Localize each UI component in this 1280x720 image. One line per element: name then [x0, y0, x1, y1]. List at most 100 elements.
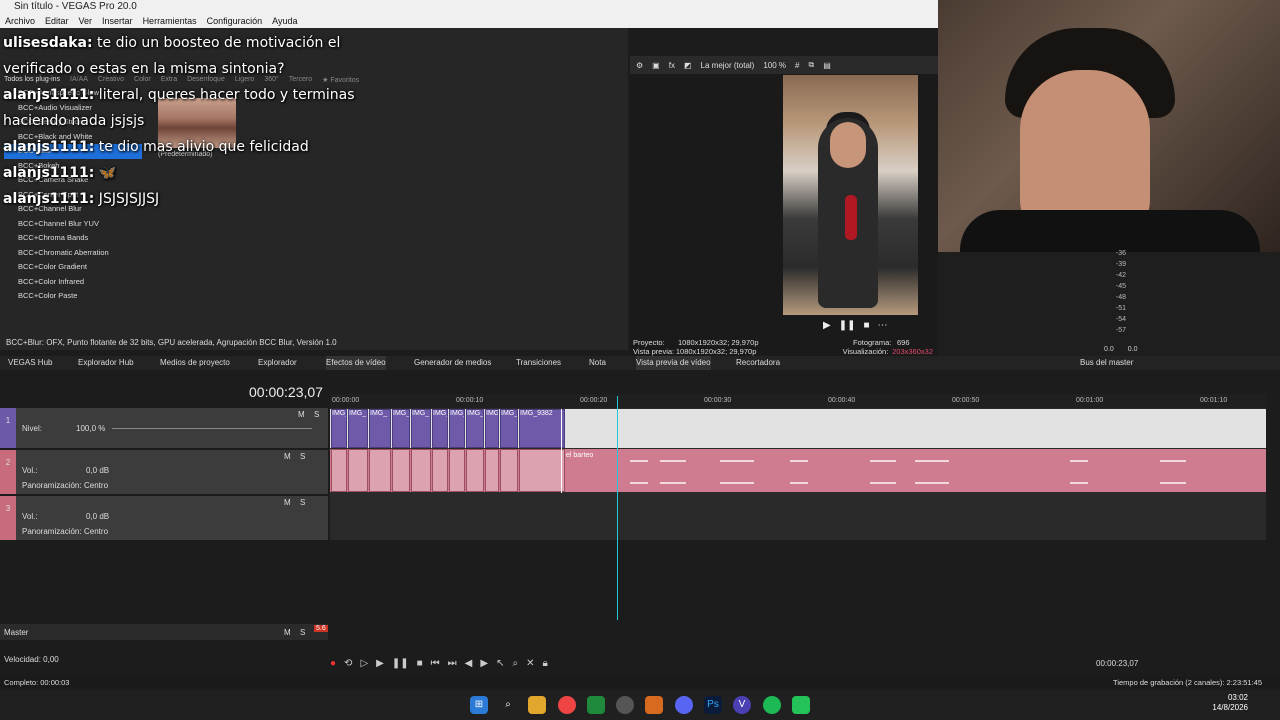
dock-tab[interactable]: Transiciones — [516, 356, 561, 370]
track-header-audio-2[interactable]: 2 Vol.: 0,0 dB Panoramización: Centro M … — [0, 450, 328, 494]
effect-item[interactable]: BCC+Chromatic Aberration — [4, 246, 142, 261]
start-icon[interactable]: ⊞ — [470, 696, 488, 714]
spotify-icon[interactable] — [763, 696, 781, 714]
audio-clip[interactable] — [369, 449, 391, 492]
dock-tab[interactable]: Explorador Hub — [78, 356, 134, 370]
vegas-icon[interactable]: V — [733, 696, 751, 714]
effect-item[interactable]: BCC+Chroma Bands — [4, 231, 142, 246]
video-clip[interactable]: IMG_ — [392, 409, 410, 448]
go-start-icon[interactable]: ⏮ — [431, 658, 440, 669]
effect-item[interactable]: BCC+Channel Blur YUV — [4, 217, 142, 232]
play-icon[interactable]: ▶ — [376, 658, 384, 669]
video-clip[interactable]: IMG_ — [485, 409, 499, 448]
pause-icon[interactable]: ❚❚ — [839, 320, 856, 331]
split-screen-icon[interactable]: ▣ — [652, 61, 660, 70]
go-end-icon[interactable]: ⏭ — [448, 658, 457, 669]
video-clip[interactable]: IMG_ — [331, 409, 347, 448]
dock-tab[interactable]: Efectos de vídeo — [326, 356, 386, 370]
master-solo-button[interactable]: S — [300, 628, 305, 637]
copy-snapshot-icon[interactable]: ⧉ — [808, 60, 814, 70]
effect-item[interactable]: BCC+Color Infrared — [4, 275, 142, 290]
video-clip[interactable]: IMG_ — [500, 409, 518, 448]
level-slider[interactable] — [112, 428, 312, 429]
solo-button[interactable]: S — [300, 452, 305, 461]
track-header-audio-3[interactable]: 3 Vol.: 0,0 dB Panoramización: Centro M … — [0, 496, 328, 540]
streaming-app-icon[interactable] — [792, 696, 810, 714]
effect-item[interactable]: BCC+Color Paste — [4, 289, 142, 304]
menu-6[interactable]: Ayuda — [272, 14, 297, 28]
timeline-ruler[interactable]: 00:00:00 00:00:10 00:00:20 00:00:30 00:00:40… — [330, 394, 1266, 408]
edit-tool-icon[interactable]: ↖ — [496, 658, 504, 669]
solo-button[interactable]: S — [314, 410, 319, 419]
solo-button[interactable]: S — [300, 498, 305, 507]
dock-tab[interactable]: Recortadora — [736, 356, 780, 370]
master-mute-button[interactable]: M — [284, 628, 291, 637]
menu-2[interactable]: Ver — [79, 14, 93, 28]
grid-icon[interactable]: # — [795, 61, 799, 70]
firefox-icon[interactable] — [645, 696, 663, 714]
quality-select[interactable]: La mejor (total) — [701, 61, 755, 70]
play-start-icon[interactable]: ▷ — [360, 658, 368, 669]
play-icon[interactable]: ▶ — [823, 320, 831, 331]
mute-button[interactable]: M — [284, 498, 291, 507]
video-clip[interactable]: IMG_ — [348, 409, 368, 448]
dock-tab[interactable]: Bus del master — [1080, 356, 1133, 370]
overlay-icon[interactable]: ◩ — [684, 61, 692, 70]
xbox-icon[interactable] — [587, 696, 605, 714]
loop-icon[interactable]: ⟲ — [344, 658, 352, 669]
track-header-video[interactable]: 1 Nivel: 100,0 % M S — [0, 408, 328, 448]
lock-icon[interactable]: 🔒︎ — [542, 658, 547, 669]
playhead[interactable] — [617, 396, 618, 620]
fx-icon[interactable]: fx — [669, 61, 675, 70]
chrome-icon[interactable] — [558, 696, 576, 714]
audio-clip[interactable] — [449, 449, 465, 492]
save-snapshot-icon[interactable]: ▤ — [823, 61, 831, 70]
video-clip[interactable]: IMG_ — [432, 409, 448, 448]
dock-tab[interactable]: Nota — [589, 356, 606, 370]
dock-tab[interactable]: VEGAS Hub — [8, 356, 52, 370]
stop-icon[interactable]: ■ — [863, 320, 869, 331]
zoom-select[interactable]: 100 % — [763, 61, 786, 70]
video-clip[interactable]: IMG_ — [411, 409, 431, 448]
next-frame-icon[interactable]: ▶ — [480, 658, 488, 669]
menu-3[interactable]: Insertar — [102, 14, 133, 28]
dock-tab[interactable]: Medios de proyecto — [160, 356, 230, 370]
video-clip[interactable]: IMG_ — [369, 409, 391, 448]
dock-tab[interactable]: Vista previa de vídeo — [636, 356, 711, 370]
audio-clip[interactable] — [432, 449, 448, 492]
menu-4[interactable]: Herramientas — [143, 14, 197, 28]
dock-tab[interactable]: Explorador — [258, 356, 297, 370]
ruler-tick: 00:01:00 — [1076, 397, 1104, 404]
video-clip[interactable]: IMG_ — [466, 409, 484, 448]
discord-icon[interactable] — [675, 696, 693, 714]
video-clip[interactable]: IMG_9382 — [519, 409, 565, 448]
audio-clip[interactable] — [411, 449, 431, 492]
zoom-tool-icon[interactable]: ⌕ — [512, 658, 518, 669]
obs-icon[interactable] — [616, 696, 634, 714]
dock-tab[interactable]: Generador de medios — [414, 356, 491, 370]
menu-0[interactable]: Archivo — [5, 14, 35, 28]
audio-clip[interactable] — [485, 449, 499, 492]
search-icon[interactable]: ⌕ — [499, 696, 517, 714]
more-icon[interactable]: ⋯ — [878, 320, 888, 331]
audio-clip[interactable] — [331, 449, 347, 492]
record-icon[interactable]: ● — [330, 658, 336, 669]
audio-clip[interactable] — [348, 449, 368, 492]
audio-clip[interactable] — [466, 449, 484, 492]
stop-icon[interactable]: ■ — [417, 658, 423, 669]
mute-button[interactable]: M — [298, 410, 305, 419]
audio-clip[interactable] — [519, 449, 565, 492]
mute-button[interactable]: M — [284, 452, 291, 461]
prev-frame-icon[interactable]: ◀ — [465, 658, 473, 669]
menu-5[interactable]: Configuración — [207, 14, 263, 28]
delete-icon[interactable]: ✕ — [526, 658, 534, 669]
audio-clip[interactable] — [392, 449, 410, 492]
effect-item[interactable]: BCC+Color Gradient — [4, 260, 142, 275]
video-clip[interactable]: IMG_ — [449, 409, 465, 448]
menu-1[interactable]: Editar — [45, 14, 69, 28]
settings-icon[interactable]: ⚙ — [636, 61, 643, 70]
audio-clip[interactable] — [500, 449, 518, 492]
file-explorer-icon[interactable] — [528, 696, 546, 714]
pause-icon[interactable]: ❚❚ — [392, 658, 409, 669]
photoshop-icon[interactable]: Ps — [704, 696, 722, 714]
